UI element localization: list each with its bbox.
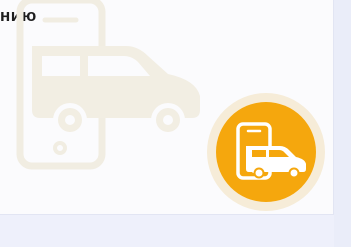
mobile-van-badge-icon bbox=[207, 93, 325, 211]
page-background-strip bbox=[334, 0, 351, 247]
service-card[interactable]: нию bbox=[0, 0, 334, 215]
phone-with-van-icon bbox=[16, 0, 200, 170]
